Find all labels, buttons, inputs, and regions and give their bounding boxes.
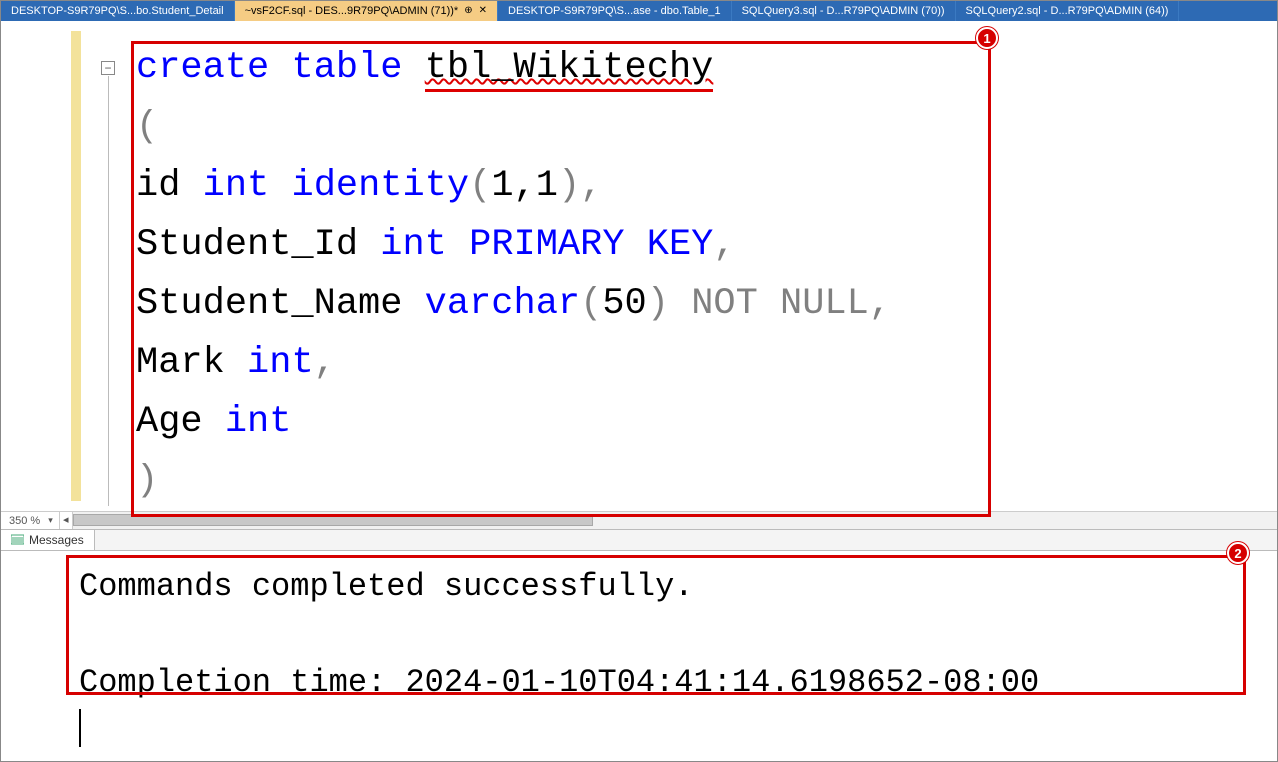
- type-int: int: [380, 224, 447, 266]
- tab-label: ~vsF2CF.sql - DES...9R79PQ\ADMIN (71))*: [245, 5, 459, 17]
- close-icon[interactable]: ✕: [479, 6, 487, 16]
- comma: ,: [869, 283, 891, 325]
- type-int: int: [225, 401, 292, 443]
- collapse-line: [108, 76, 109, 506]
- zoom-dropdown-icon[interactable]: ▾: [48, 515, 59, 526]
- col-id: id: [136, 165, 180, 207]
- code-content[interactable]: create table tbl_Wikitechy ( id int iden…: [136, 39, 1257, 511]
- keyword-create: create: [136, 47, 269, 89]
- sql-editor[interactable]: − create table tbl_Wikitechy ( id int id…: [1, 21, 1277, 511]
- type-int: int: [203, 165, 270, 207]
- messages-tab-label: Messages: [29, 533, 84, 547]
- annotation-badge-2: 2: [1227, 542, 1249, 564]
- messages-panel[interactable]: Commands completed successfully. Complet…: [1, 551, 1277, 761]
- scrollbar-thumb[interactable]: [73, 514, 593, 526]
- scroll-left-button[interactable]: ◂: [59, 512, 73, 529]
- comma: ,: [713, 224, 735, 266]
- msg-completion-label: Completion time:: [79, 664, 405, 701]
- messages-gutter: [1, 551, 61, 761]
- not-null: NOT NULL: [691, 283, 869, 325]
- keyword-table: table: [291, 47, 402, 89]
- comma: ,: [314, 342, 336, 384]
- close-paren: ): [136, 460, 158, 502]
- annotation-badge-1: 1: [976, 27, 998, 49]
- varchar-len: 50: [602, 283, 646, 325]
- tab-label: DESKTOP-S9R79PQ\S...bo.Student_Detail: [11, 5, 224, 17]
- col-student-id: Student_Id: [136, 224, 358, 266]
- tab-label: SQLQuery3.sql - D...R79PQ\ADMIN (70)): [742, 5, 945, 17]
- collapse-toggle[interactable]: −: [101, 61, 115, 75]
- tab-sqlquery5[interactable]: SQLQuery2.sql - D...R79PQ\ADMIN (64)): [956, 1, 1180, 21]
- zoom-level[interactable]: 350 %: [1, 515, 48, 527]
- col-age: Age: [136, 401, 203, 443]
- messages-icon: [11, 534, 24, 546]
- results-tabs: Messages: [1, 529, 1277, 551]
- editor-gutter: [1, 21, 71, 511]
- msg-success: Commands completed successfully.: [79, 568, 694, 605]
- change-marker: [71, 31, 81, 501]
- keyword-identity: identity: [291, 165, 469, 207]
- identity-args: 1,1: [491, 165, 558, 207]
- pin-icon[interactable]: ⊕: [464, 6, 472, 16]
- tab-label: SQLQuery2.sql - D...R79PQ\ADMIN (64)): [966, 5, 1169, 17]
- messages-output: Commands completed successfully. Complet…: [79, 563, 1039, 707]
- table-name: tbl_Wikitechy: [425, 47, 714, 92]
- tab-vsf2cf-sql[interactable]: ~vsF2CF.sql - DES...9R79PQ\ADMIN (71))* …: [235, 1, 498, 21]
- change-marker-inner: [81, 31, 85, 501]
- col-mark: Mark: [136, 342, 225, 384]
- tab-dbo-table1[interactable]: DESKTOP-S9R79PQ\S...ase - dbo.Table_1: [498, 1, 732, 21]
- col-student-name: Student_Name: [136, 283, 402, 325]
- type-varchar: varchar: [425, 283, 580, 325]
- comma: ,: [580, 165, 602, 207]
- tab-label: DESKTOP-S9R79PQ\S...ase - dbo.Table_1: [508, 5, 721, 17]
- msg-completion-time: 2024-01-10T04:41:14.6198652-08:00: [405, 664, 1039, 701]
- type-int: int: [247, 342, 314, 384]
- tab-sqlquery3[interactable]: SQLQuery3.sql - D...R79PQ\ADMIN (70)): [732, 1, 956, 21]
- tab-messages[interactable]: Messages: [1, 530, 95, 550]
- primary-key: PRIMARY KEY: [469, 224, 713, 266]
- document-tabs: DESKTOP-S9R79PQ\S...bo.Student_Detail ~v…: [1, 1, 1277, 21]
- tab-student-detail[interactable]: DESKTOP-S9R79PQ\S...bo.Student_Detail: [1, 1, 235, 21]
- open-paren: (: [136, 106, 158, 148]
- editor-footer: 350 % ▾ ◂: [1, 511, 1277, 529]
- text-cursor: [79, 709, 81, 747]
- horizontal-scrollbar[interactable]: [73, 512, 1277, 529]
